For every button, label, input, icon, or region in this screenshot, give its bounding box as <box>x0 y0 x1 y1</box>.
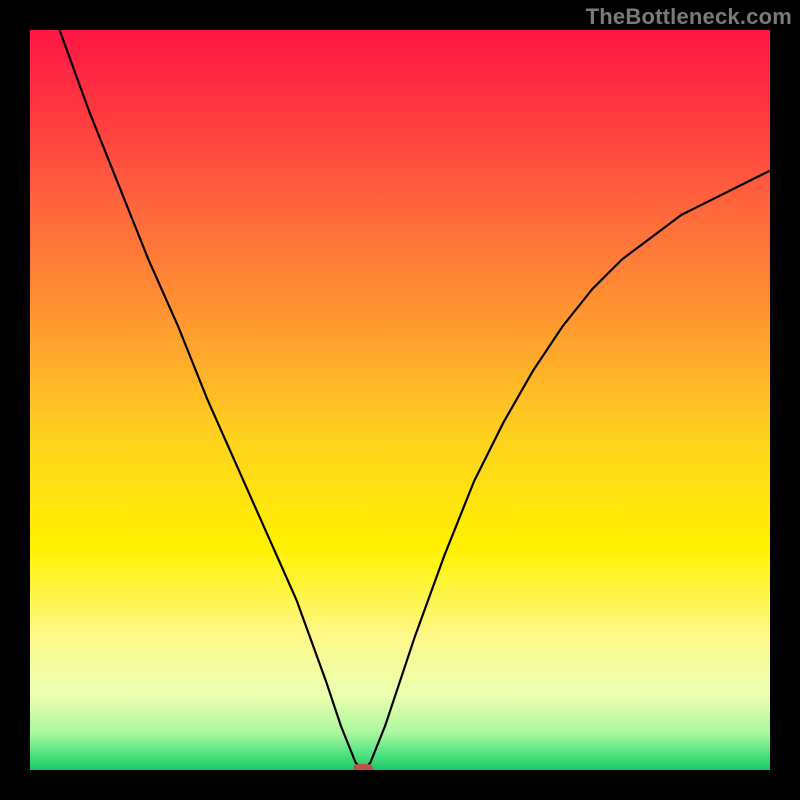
outer-frame: TheBottleneck.com <box>0 0 800 800</box>
watermark-text: TheBottleneck.com <box>586 4 792 30</box>
gradient-background <box>30 30 770 770</box>
chart-plot-area <box>30 30 770 770</box>
chart-svg <box>30 30 770 770</box>
optimal-point-marker <box>353 764 373 770</box>
